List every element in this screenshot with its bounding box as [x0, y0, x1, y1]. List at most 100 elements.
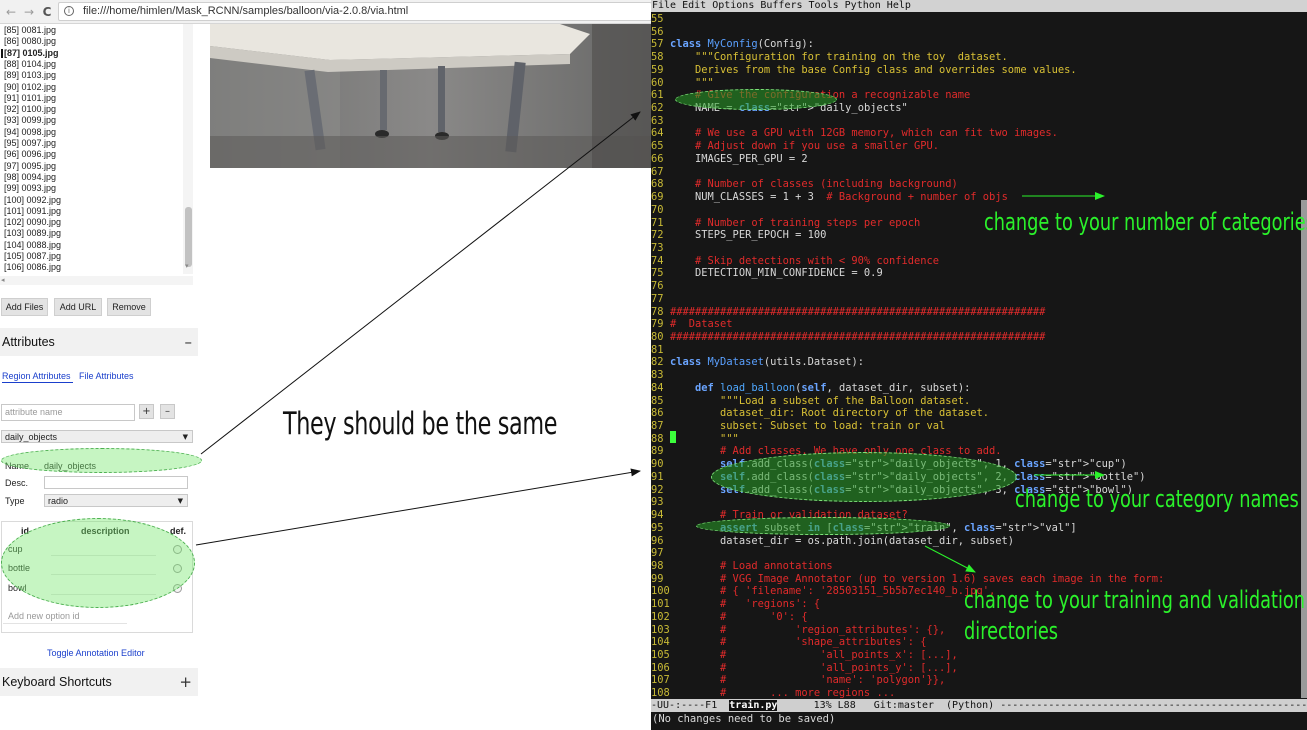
- file-list-item[interactable]: [97] 0095.jpg: [4, 161, 56, 172]
- scroll-down-icon[interactable]: ▾: [185, 262, 189, 270]
- code-line[interactable]: 73: [651, 242, 670, 255]
- remove-attribute-button[interactable]: –: [160, 404, 175, 419]
- code-line[interactable]: 78 ######################################…: [651, 306, 1045, 319]
- code-line[interactable]: 79 # Dataset: [651, 318, 733, 331]
- file-list-item[interactable]: [103] 0089.jpg: [4, 228, 61, 239]
- forward-arrow-icon[interactable]: →: [22, 4, 36, 20]
- scrollbar-thumb[interactable]: [185, 207, 192, 267]
- code-line[interactable]: 60 """: [651, 77, 714, 90]
- code-line[interactable]: 74 # Skip detections with < 90% confiden…: [651, 255, 939, 268]
- collapse-icon[interactable]: –: [185, 328, 193, 356]
- code-line[interactable]: 59 Derives from the base Config class an…: [651, 64, 1077, 77]
- code-line[interactable]: 101 # 'regions': {: [651, 598, 820, 611]
- code-line[interactable]: 70: [651, 204, 670, 217]
- code-line[interactable]: 93: [651, 496, 670, 509]
- code-line[interactable]: 100 # { 'filename': '28503151_5b5b7ec140…: [651, 585, 995, 598]
- file-list-item[interactable]: [88] 0104.jpg: [4, 59, 56, 70]
- code-line[interactable]: 108 # ... more regions ...: [651, 687, 895, 700]
- code-line[interactable]: 86 dataset_dir: Root directory of the da…: [651, 407, 989, 420]
- file-list-item[interactable]: [95] 0097.jpg: [4, 138, 56, 149]
- emacs-minibuffer[interactable]: (No changes need to be saved): [651, 712, 1307, 726]
- keyboard-shortcuts-header[interactable]: Keyboard Shortcuts +: [0, 668, 198, 696]
- code-line[interactable]: 65 # Adjust down if you use a smaller GP…: [651, 140, 939, 153]
- tab-file-attributes[interactable]: File Attributes: [79, 371, 134, 381]
- file-list-item[interactable]: [90] 0102.jpg: [4, 82, 56, 93]
- new-option-input[interactable]: Add new option id: [8, 611, 80, 621]
- code-line[interactable]: 97: [651, 547, 670, 560]
- file-list-item[interactable]: [104] 0088.jpg: [4, 240, 61, 251]
- code-line[interactable]: 83: [651, 369, 670, 382]
- code-line[interactable]: 72 STEPS_PER_EPOCH = 100: [651, 229, 826, 242]
- code-line[interactable]: 85 """Load a subset of the Balloon datas…: [651, 395, 970, 408]
- file-list-item[interactable]: [101] 0091.jpg: [4, 206, 61, 217]
- code-line[interactable]: 63: [651, 115, 670, 128]
- annotated-image[interactable]: [210, 24, 651, 168]
- add-files-button[interactable]: Add Files: [1, 298, 48, 316]
- code-line[interactable]: 56: [651, 26, 670, 39]
- toggle-annotation-editor-link[interactable]: Toggle Annotation Editor: [47, 648, 145, 658]
- code-line[interactable]: 67: [651, 166, 670, 179]
- code-line[interactable]: 88 """: [651, 433, 739, 446]
- attribute-name-input[interactable]: attribute name: [1, 404, 135, 421]
- code-line[interactable]: 105 # 'all_points_x': [...],: [651, 649, 958, 662]
- code-line[interactable]: 98 # Load annotations: [651, 560, 833, 573]
- file-list-item[interactable]: [99] 0093.jpg: [4, 183, 56, 194]
- code-line[interactable]: 69 NUM_CLASSES = 1 + 3 # Background + nu…: [651, 191, 1008, 204]
- add-attribute-button[interactable]: +: [139, 404, 154, 419]
- code-line[interactable]: 76: [651, 280, 670, 293]
- code-line[interactable]: 81: [651, 344, 670, 357]
- scroll-left-icon[interactable]: ◂: [1, 276, 5, 284]
- code-line[interactable]: 66 IMAGES_PER_GPU = 2: [651, 153, 808, 166]
- code-line[interactable]: 106 # 'all_points_y': [...],: [651, 662, 958, 675]
- chevron-down-icon: ▼: [182, 433, 188, 441]
- attributes-header[interactable]: Attributes –: [0, 328, 198, 356]
- code-line[interactable]: 87 subset: Subset to load: train or val: [651, 420, 945, 433]
- expand-icon[interactable]: +: [179, 668, 192, 696]
- file-list-item[interactable]: [85] 0081.jpg: [4, 25, 56, 36]
- file-list-item[interactable]: [100] 0092.jpg: [4, 195, 61, 206]
- file-list-item[interactable]: [86] 0080.jpg: [4, 36, 56, 47]
- file-list-item[interactable]: [105] 0087.jpg: [4, 251, 61, 262]
- code-line[interactable]: 96 dataset_dir = os.path.join(dataset_di…: [651, 535, 1014, 548]
- code-line[interactable]: 58 """Configuration for training on the …: [651, 51, 1008, 64]
- code-line[interactable]: 68 # Number of classes (including backgr…: [651, 178, 958, 191]
- info-icon[interactable]: i: [64, 6, 74, 16]
- emacs-scrollbar[interactable]: [1301, 200, 1307, 698]
- code-line[interactable]: 77: [651, 293, 670, 306]
- code-line[interactable]: 80 ######################################…: [651, 331, 1045, 344]
- file-list-item[interactable]: [94] 0098.jpg: [4, 127, 56, 138]
- code-line[interactable]: 57 class MyConfig(Config):: [651, 38, 814, 51]
- file-list-item[interactable]: [91] 0101.jpg: [4, 93, 56, 104]
- file-list-horizontal-scrollbar[interactable]: ◂: [0, 276, 193, 285]
- file-list-scrollbar[interactable]: ▾: [183, 24, 193, 274]
- file-list-item[interactable]: [96] 0096.jpg: [4, 149, 56, 160]
- code-line[interactable]: 107 # 'name': 'polygon'}},: [651, 674, 945, 687]
- back-arrow-icon[interactable]: ←: [4, 4, 18, 20]
- desc-input[interactable]: [44, 476, 188, 489]
- code-line[interactable]: 71 # Number of training steps per epoch: [651, 217, 920, 230]
- address-bar[interactable]: file:///home/himlen/Mask_RCNN/samples/ba…: [58, 2, 651, 21]
- emacs-menubar[interactable]: File Edit Options Buffers Tools Python H…: [651, 0, 1307, 12]
- code-line[interactable]: 55: [651, 13, 670, 26]
- add-url-button[interactable]: Add URL: [54, 298, 102, 316]
- file-list-item[interactable]: [92] 0100.jpg: [4, 104, 56, 115]
- code-line[interactable]: 84 def load_balloon(self, dataset_dir, s…: [651, 382, 970, 395]
- code-line[interactable]: 102 # '0': {: [651, 611, 808, 624]
- code-line[interactable]: 64 # We use a GPU with 12GB memory, whic…: [651, 127, 1058, 140]
- file-list-item[interactable]: [106] 0086.jpg: [4, 262, 61, 273]
- type-select[interactable]: radio ▼: [44, 494, 188, 507]
- code-line[interactable]: 104 # 'shape_attributes': {: [651, 636, 926, 649]
- reload-icon[interactable]: C: [40, 4, 54, 20]
- file-list-item[interactable]: [87] 0105.jpg: [4, 48, 59, 59]
- code-line[interactable]: 99 # VGG Image Annotator (up to version …: [651, 573, 1164, 586]
- code-line[interactable]: 82 class MyDataset(utils.Dataset):: [651, 356, 864, 369]
- attribute-select[interactable]: daily_objects ▼: [1, 430, 193, 443]
- file-list-item[interactable]: [89] 0103.jpg: [4, 70, 56, 81]
- tab-region-attributes[interactable]: Region Attributes: [2, 371, 71, 381]
- code-line[interactable]: 75 DETECTION_MIN_CONFIDENCE = 0.9: [651, 267, 883, 280]
- file-list-item[interactable]: [102] 0090.jpg: [4, 217, 61, 228]
- remove-button[interactable]: Remove: [107, 298, 151, 316]
- code-line[interactable]: 103 # 'region_attributes': {},: [651, 624, 945, 637]
- file-list-item[interactable]: [93] 0099.jpg: [4, 115, 56, 126]
- file-list-item[interactable]: [98] 0094.jpg: [4, 172, 56, 183]
